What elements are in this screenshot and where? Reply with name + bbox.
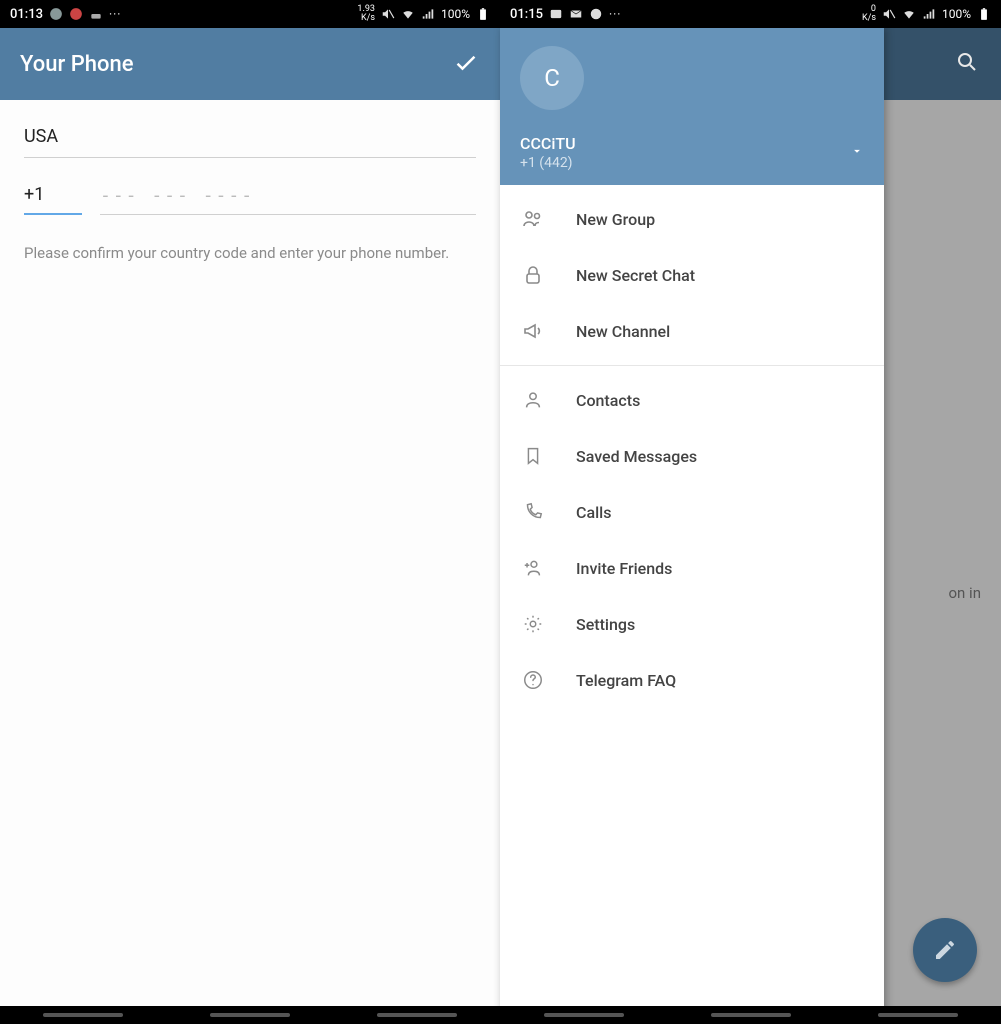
image-icon bbox=[549, 7, 563, 21]
confirm-button[interactable] bbox=[452, 48, 480, 80]
mute-icon bbox=[381, 7, 395, 21]
menu-label: New Channel bbox=[576, 322, 670, 341]
menu-settings[interactable]: Settings bbox=[500, 596, 884, 652]
gear-icon bbox=[520, 611, 546, 637]
app-icon-3 bbox=[89, 7, 103, 21]
phone-icon bbox=[520, 499, 546, 525]
menu-telegram-faq[interactable]: Telegram FAQ bbox=[500, 652, 884, 708]
nav-recent[interactable] bbox=[544, 1013, 624, 1017]
nav-home[interactable] bbox=[711, 1013, 791, 1017]
phone-form: USA +1 --- --- ---- Please confirm your … bbox=[0, 100, 500, 283]
hint-text: Please confirm your country code and ent… bbox=[24, 243, 476, 265]
drawer-menu: New Group New Secret Chat New Channel bbox=[500, 185, 884, 1024]
status-time: 01:13 bbox=[10, 7, 43, 22]
help-icon bbox=[520, 667, 546, 693]
group-icon bbox=[520, 206, 546, 232]
menu-label: Contacts bbox=[576, 391, 640, 410]
background-text: on in bbox=[949, 584, 982, 602]
status-bar: 01:13 ··· 1.93 K/s 100% bbox=[0, 0, 500, 28]
menu-invite-friends[interactable]: Invite Friends bbox=[500, 540, 884, 596]
net-speed: 0 K/s bbox=[862, 5, 876, 23]
android-navbar bbox=[500, 1006, 1001, 1024]
mail-icon bbox=[569, 7, 583, 21]
menu-new-channel[interactable]: New Channel bbox=[500, 303, 884, 359]
menu-label: Invite Friends bbox=[576, 559, 672, 578]
battery-icon bbox=[977, 7, 991, 21]
signal-icon bbox=[421, 7, 435, 21]
menu-divider bbox=[500, 365, 884, 366]
wifi-icon bbox=[401, 7, 415, 21]
account-phone: +1 (442) bbox=[520, 155, 576, 171]
lock-icon bbox=[520, 262, 546, 288]
person-add-icon bbox=[520, 555, 546, 581]
more-icon: ··· bbox=[609, 7, 621, 21]
drawer-header: C CCCiTU +1 (442) bbox=[500, 28, 884, 185]
nav-back[interactable] bbox=[878, 1013, 958, 1017]
menu-new-secret-chat[interactable]: New Secret Chat bbox=[500, 247, 884, 303]
menu-saved-messages[interactable]: Saved Messages bbox=[500, 428, 884, 484]
screen-phone-entry: 01:13 ··· 1.93 K/s 100% Your Phone bbox=[0, 0, 500, 1024]
chevron-down-icon[interactable] bbox=[850, 143, 864, 162]
menu-label: Calls bbox=[576, 503, 611, 522]
person-icon bbox=[520, 387, 546, 413]
country-field[interactable]: USA bbox=[24, 118, 476, 158]
nav-recent[interactable] bbox=[43, 1013, 123, 1017]
wifi-icon bbox=[902, 7, 916, 21]
menu-label: Telegram FAQ bbox=[576, 671, 676, 690]
phone-number-input[interactable]: --- --- ---- bbox=[100, 181, 476, 215]
page-title: Your Phone bbox=[20, 52, 133, 77]
status-time: 01:15 bbox=[510, 7, 543, 22]
avatar[interactable]: C bbox=[520, 46, 584, 110]
android-navbar bbox=[0, 1006, 500, 1024]
net-speed: 1.93 K/s bbox=[357, 5, 375, 23]
app-icon-2 bbox=[69, 7, 83, 21]
screen-drawer: 01:15 ··· 0 K/s 100% bbox=[500, 0, 1001, 1024]
nav-home[interactable] bbox=[210, 1013, 290, 1017]
battery-text: 100% bbox=[441, 7, 470, 21]
more-icon: ··· bbox=[109, 7, 121, 21]
menu-label: Settings bbox=[576, 615, 635, 634]
country-code-input[interactable]: +1 bbox=[24, 180, 82, 215]
battery-icon bbox=[476, 7, 490, 21]
nav-back[interactable] bbox=[377, 1013, 457, 1017]
app-icon-1 bbox=[49, 7, 63, 21]
nav-drawer: C CCCiTU +1 (442) New Group bbox=[500, 28, 884, 1024]
menu-label: New Secret Chat bbox=[576, 266, 695, 285]
app-header: Your Phone bbox=[0, 28, 500, 100]
status-bar: 01:15 ··· 0 K/s 100% bbox=[500, 0, 1001, 28]
account-name: CCCiTU bbox=[520, 134, 576, 153]
menu-label: New Group bbox=[576, 210, 655, 229]
mute-icon bbox=[882, 7, 896, 21]
signal-icon bbox=[922, 7, 936, 21]
battery-text: 100% bbox=[942, 7, 971, 21]
compose-fab[interactable] bbox=[913, 918, 977, 982]
menu-label: Saved Messages bbox=[576, 447, 697, 466]
chat-icon bbox=[589, 7, 603, 21]
account-row[interactable]: CCCiTU +1 (442) bbox=[520, 134, 864, 171]
menu-calls[interactable]: Calls bbox=[500, 484, 884, 540]
megaphone-icon bbox=[520, 318, 546, 344]
search-button[interactable] bbox=[955, 50, 979, 78]
menu-contacts[interactable]: Contacts bbox=[500, 372, 884, 428]
menu-new-group[interactable]: New Group bbox=[500, 191, 884, 247]
bookmark-icon bbox=[520, 443, 546, 469]
main-content: on in C CCCiTU +1 (442) bbox=[500, 28, 1001, 1024]
